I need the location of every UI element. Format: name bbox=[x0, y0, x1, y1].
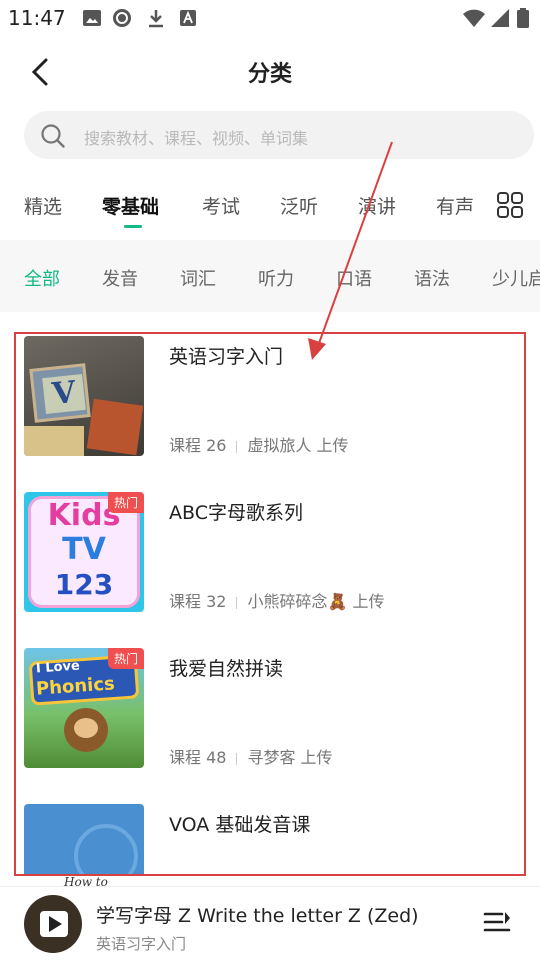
download-icon bbox=[149, 10, 163, 28]
search-icon bbox=[41, 124, 65, 148]
course-thumbnail: I Love Phonics 热门 bbox=[24, 648, 144, 768]
lesson-count: 课程 26 bbox=[169, 436, 227, 455]
subcategory-bar: 全部 发音 词汇 听力 口语 语法 少儿启 bbox=[0, 240, 540, 312]
thumb-123-text: 123 bbox=[54, 568, 114, 601]
sub-kids[interactable]: 少儿启 bbox=[492, 265, 540, 291]
signal-icon bbox=[491, 9, 509, 27]
lesson-count: 课程 32 bbox=[169, 592, 227, 611]
wifi-icon bbox=[463, 9, 485, 27]
course-title: VOA 基础发音课 bbox=[169, 814, 311, 836]
player-cover bbox=[24, 895, 82, 953]
tab-audiobook[interactable]: 有声 bbox=[436, 192, 474, 219]
uploader: 寻梦客 上传 bbox=[247, 748, 333, 767]
list-item[interactable]: V 英语习字入门 课程 26 虚拟旅人 上传 bbox=[24, 336, 504, 492]
grid-icon[interactable] bbox=[496, 191, 524, 219]
playlist-icon[interactable] bbox=[482, 909, 512, 939]
uploader: 虚拟旅人 上传 bbox=[247, 436, 349, 455]
play-icon bbox=[49, 916, 62, 932]
thumb-ilove-text: I Love bbox=[35, 658, 81, 677]
sub-pronunciation[interactable]: 发音 bbox=[102, 265, 138, 291]
mini-player[interactable]: How to 学写字母 Z Write the letter Z (Zed) 英… bbox=[0, 875, 540, 960]
page-title: 分类 bbox=[247, 62, 292, 87]
font-icon bbox=[180, 10, 196, 26]
tab-speech[interactable]: 演讲 bbox=[358, 192, 396, 219]
battery-icon bbox=[517, 8, 529, 28]
search-placeholder: 搜索教材、课程、视频、单词集 bbox=[84, 129, 309, 148]
lesson-count: 课程 48 bbox=[169, 748, 227, 767]
player-subtitle: 英语习字入门 bbox=[96, 935, 187, 953]
hot-badge: 热门 bbox=[107, 648, 144, 669]
tab-beginner[interactable]: 零基础 bbox=[102, 192, 159, 219]
player-title: 学写字母 Z Write the letter Z (Zed) bbox=[96, 905, 419, 927]
tab-exam[interactable]: 考试 bbox=[202, 192, 240, 219]
category-tabs: 精选 零基础 考试 泛听 演讲 有声 bbox=[0, 180, 540, 236]
sub-all[interactable]: 全部 bbox=[24, 265, 60, 291]
top-bar: 分类 bbox=[0, 40, 540, 100]
thumb-tv-text: TV bbox=[62, 532, 106, 567]
course-thumbnail: Kids TV 123 热门 bbox=[24, 492, 144, 612]
search-input[interactable]: 搜索教材、课程、视频、单词集 bbox=[24, 111, 534, 159]
tab-extensive-listening[interactable]: 泛听 bbox=[280, 192, 318, 219]
sub-vocabulary[interactable]: 词汇 bbox=[180, 265, 216, 291]
hot-badge: 热门 bbox=[107, 492, 144, 513]
block-letter: V bbox=[42, 374, 86, 414]
course-title: 我爱自然拼读 bbox=[169, 658, 284, 680]
course-meta: 课程 26 虚拟旅人 上传 bbox=[169, 432, 349, 456]
list-item[interactable]: VOA 基础发音课 bbox=[24, 804, 504, 874]
uploader: 小熊碎碎念🧸 上传 bbox=[247, 592, 385, 611]
cover-caption: How to bbox=[64, 875, 108, 889]
list-item[interactable]: Kids TV 123 热门 ABC字母歌系列 课程 32 小熊碎碎念🧸 上传 bbox=[24, 492, 504, 648]
active-tab-indicator bbox=[124, 225, 142, 228]
sub-speaking[interactable]: 口语 bbox=[336, 265, 372, 291]
sync-icon bbox=[113, 9, 131, 27]
image-icon bbox=[83, 10, 101, 26]
list-item[interactable]: I Love Phonics 热门 我爱自然拼读 课程 48 寻梦客 上传 bbox=[24, 648, 504, 804]
sub-listening[interactable]: 听力 bbox=[258, 265, 294, 291]
course-meta: 课程 48 寻梦客 上传 bbox=[169, 744, 333, 768]
course-title: 英语习字入门 bbox=[169, 346, 284, 368]
status-time: 11:47 bbox=[8, 6, 66, 30]
course-thumbnail: V bbox=[24, 336, 144, 456]
course-meta: 课程 32 小熊碎碎念🧸 上传 bbox=[169, 588, 384, 612]
status-bar: 11:47 bbox=[0, 0, 540, 36]
tab-featured[interactable]: 精选 bbox=[24, 192, 62, 219]
course-thumbnail bbox=[24, 804, 144, 874]
course-title: ABC字母歌系列 bbox=[169, 502, 303, 524]
sub-grammar[interactable]: 语法 bbox=[414, 265, 450, 291]
course-list: V 英语习字入门 课程 26 虚拟旅人 上传 Kids TV 123 热门 ABC… bbox=[14, 332, 526, 876]
